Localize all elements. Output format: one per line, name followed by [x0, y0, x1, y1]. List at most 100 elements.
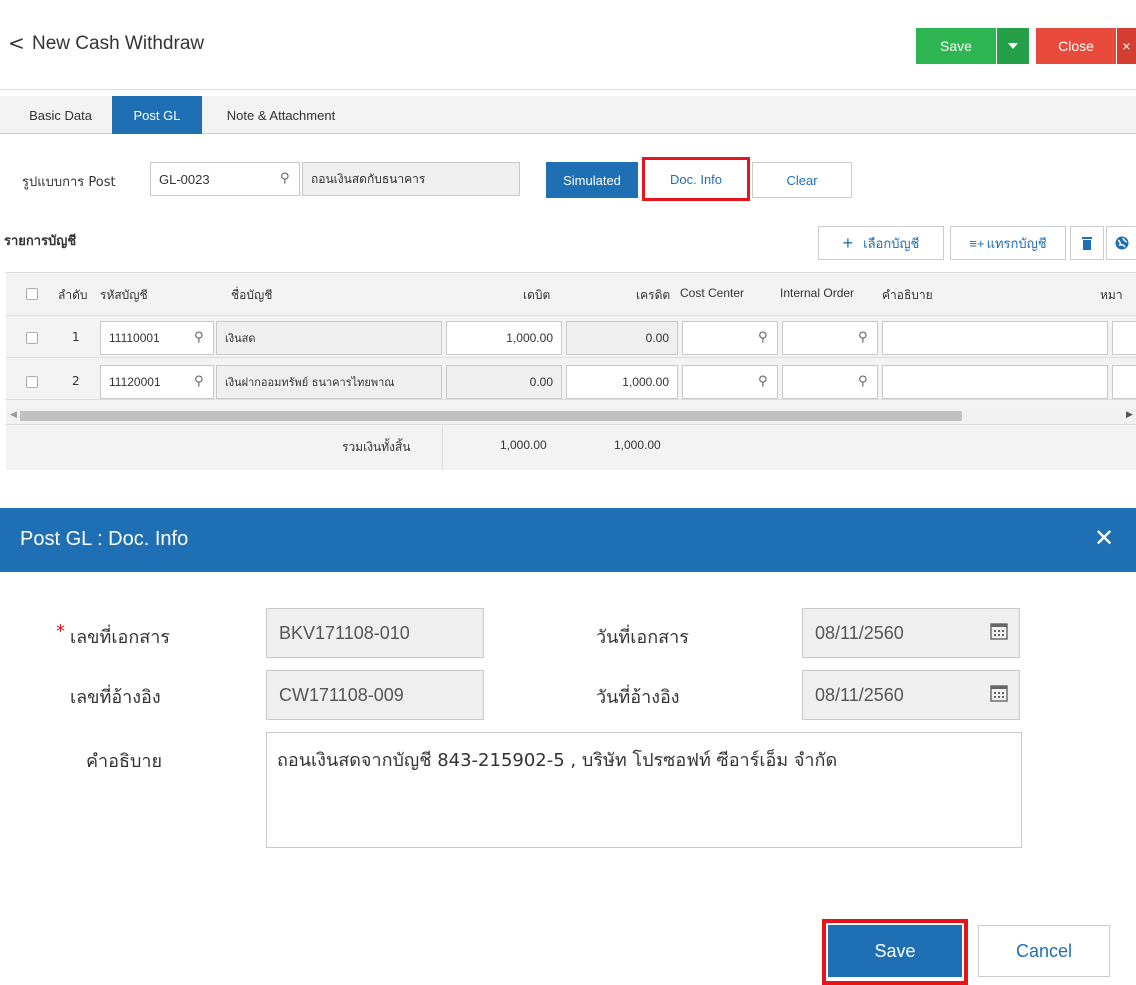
dialog-cancel-button[interactable]: Cancel	[978, 925, 1110, 977]
required-marker: *	[56, 621, 65, 642]
scroll-left-icon[interactable]: ◀	[10, 410, 17, 420]
row-checkbox[interactable]	[26, 332, 38, 344]
ref-no-field: CW171108-009	[266, 670, 484, 720]
insert-account-button[interactable]: ≡+ แทรกบัญชี	[950, 226, 1066, 260]
post-format-name-value: ถอนเงินสดกับธนาคาร	[311, 171, 426, 186]
close-x-button[interactable]: ×	[1117, 28, 1136, 64]
doc-date-label: วันที่เอกสาร	[596, 627, 689, 648]
tab-post-gl-label: Post GL	[133, 107, 181, 123]
totals-divider	[442, 424, 443, 470]
tab-note-attachment[interactable]: Note & Attachment	[206, 96, 356, 134]
credit-input[interactable]: 1,000.00	[566, 365, 678, 399]
column-header-credit: เครดิต	[636, 288, 671, 302]
ref-date-field[interactable]: 08/11/2560	[802, 670, 1020, 720]
row-seq: 2	[72, 374, 80, 388]
total-credit: 1,000.00	[614, 438, 661, 452]
select-all-checkbox[interactable]	[26, 288, 38, 300]
save-dropdown-button[interactable]	[997, 28, 1029, 64]
back-icon[interactable]: <	[8, 31, 25, 55]
select-account-label: เลือกบัญชี	[863, 235, 920, 251]
post-format-code-value: GL-0023	[159, 171, 210, 187]
debit-value: 1,000.00	[506, 331, 553, 345]
column-header-description: คำอธิบาย	[882, 288, 933, 302]
description-input[interactable]	[882, 365, 1108, 399]
doc-no-label: เลขที่เอกสาร	[70, 627, 170, 648]
post-format-name-field: ถอนเงินสดกับธนาคาร	[302, 162, 520, 196]
doc-date-value: 08/11/2560	[815, 622, 904, 643]
table-header-row	[6, 272, 1136, 316]
search-icon[interactable]: ⚲	[194, 374, 204, 389]
search-icon[interactable]: ⚲	[858, 330, 868, 345]
dialog-title: Post GL : Doc. Info	[20, 528, 189, 550]
post-format-code-input[interactable]: GL-0023	[150, 162, 300, 196]
search-icon[interactable]: ⚲	[758, 330, 768, 345]
doc-info-button[interactable]: Doc. Info	[642, 157, 750, 201]
doc-no-value: BKV171108-010	[279, 622, 410, 643]
globe-button[interactable]	[1106, 226, 1136, 260]
scrollbar-thumb[interactable]	[20, 411, 962, 421]
tab-note-attachment-label: Note & Attachment	[226, 107, 336, 123]
dialog-save-button-inner[interactable]: Save	[828, 925, 962, 977]
select-account-button[interactable]: + เลือกบัญชี	[818, 226, 944, 260]
delete-row-button[interactable]	[1070, 226, 1104, 260]
ref-no-label: เลขที่อ้างอิง	[70, 687, 161, 708]
account-code-value: 11110001	[109, 331, 160, 345]
tab-basic-data[interactable]: Basic Data	[13, 96, 108, 134]
save-button[interactable]: Save	[916, 28, 996, 64]
doc-info-button-label: Doc. Info	[669, 171, 723, 187]
column-header-debit: เดบิต	[523, 288, 551, 302]
post-format-label: รูปแบบการ Post	[22, 175, 116, 190]
debit-input[interactable]: 0.00	[446, 365, 562, 399]
column-header-seq: ลำดับ	[58, 288, 88, 302]
credit-input[interactable]: 0.00	[566, 321, 678, 355]
ref-date-value: 08/11/2560	[815, 684, 904, 705]
account-name-field: เงินสด	[216, 321, 442, 355]
total-label: รวมเงินทั้งสิ้น	[342, 440, 411, 454]
calendar-icon[interactable]	[990, 684, 1008, 702]
globe-icon	[1115, 236, 1128, 250]
description-label: คำอธิบาย	[86, 751, 163, 772]
column-header-cost-center: Cost Center	[680, 286, 745, 300]
dialog-save-label: Save	[874, 940, 916, 961]
debit-input[interactable]: 1,000.00	[446, 321, 562, 355]
scroll-right-icon[interactable]: ▶	[1126, 410, 1133, 420]
accounts-section-title: รายการบัญชี	[4, 234, 77, 249]
dialog-cancel-label: Cancel	[1015, 940, 1073, 961]
doc-no-field: BKV171108-010	[266, 608, 484, 658]
column-header-name: ชื่อบัญชี	[231, 288, 273, 302]
description-input[interactable]	[882, 321, 1108, 355]
column-header-code: รหัสบัญชี	[100, 288, 148, 302]
search-icon[interactable]: ⚲	[194, 330, 204, 345]
plus-icon: +	[842, 232, 854, 253]
total-debit: 1,000.00	[500, 438, 547, 452]
note-input[interactable]	[1112, 321, 1136, 355]
calendar-icon[interactable]	[990, 622, 1008, 640]
clear-button[interactable]: Clear	[752, 162, 852, 198]
search-icon[interactable]: ⚲	[758, 374, 768, 389]
description-textarea[interactable]: ถอนเงินสดจากบัญชี 843-215902-5 , บริษัท …	[266, 732, 1022, 848]
credit-value: 0.00	[645, 331, 669, 345]
description-value: ถอนเงินสดจากบัญชี 843-215902-5 , บริษัท …	[277, 750, 838, 771]
account-name-field: เงินฝากออมทรัพย์ ธนาคารไทยพาณ	[216, 365, 442, 399]
clear-button-label: Clear	[786, 172, 818, 188]
search-icon[interactable]: ⚲	[858, 374, 868, 389]
page-title: New Cash Withdraw	[32, 33, 205, 54]
insert-account-label: แทรกบัญชี	[986, 235, 1047, 251]
column-header-internal-order: Internal Order	[780, 286, 855, 300]
account-code-value: 11120001	[109, 375, 161, 389]
credit-value: 1,000.00	[622, 375, 669, 389]
search-icon[interactable]: ⚲	[280, 171, 290, 186]
simulated-button[interactable]: Simulated	[546, 162, 638, 198]
close-button[interactable]: Close	[1036, 28, 1116, 64]
close-icon[interactable]: ✕	[1094, 524, 1114, 552]
trash-icon	[1082, 236, 1092, 250]
account-name-value: เงินสด	[225, 332, 256, 345]
ref-date-label: วันที่อ้างอิง	[596, 687, 680, 708]
row-checkbox[interactable]	[26, 376, 38, 388]
row-seq: 1	[72, 330, 80, 344]
note-input[interactable]	[1112, 365, 1136, 399]
horizontal-scrollbar[interactable]: ◀ ▶	[6, 408, 1136, 424]
close-button-label: Close	[1058, 38, 1094, 54]
tab-post-gl[interactable]: Post GL	[112, 96, 202, 134]
doc-date-field[interactable]: 08/11/2560	[802, 608, 1020, 658]
